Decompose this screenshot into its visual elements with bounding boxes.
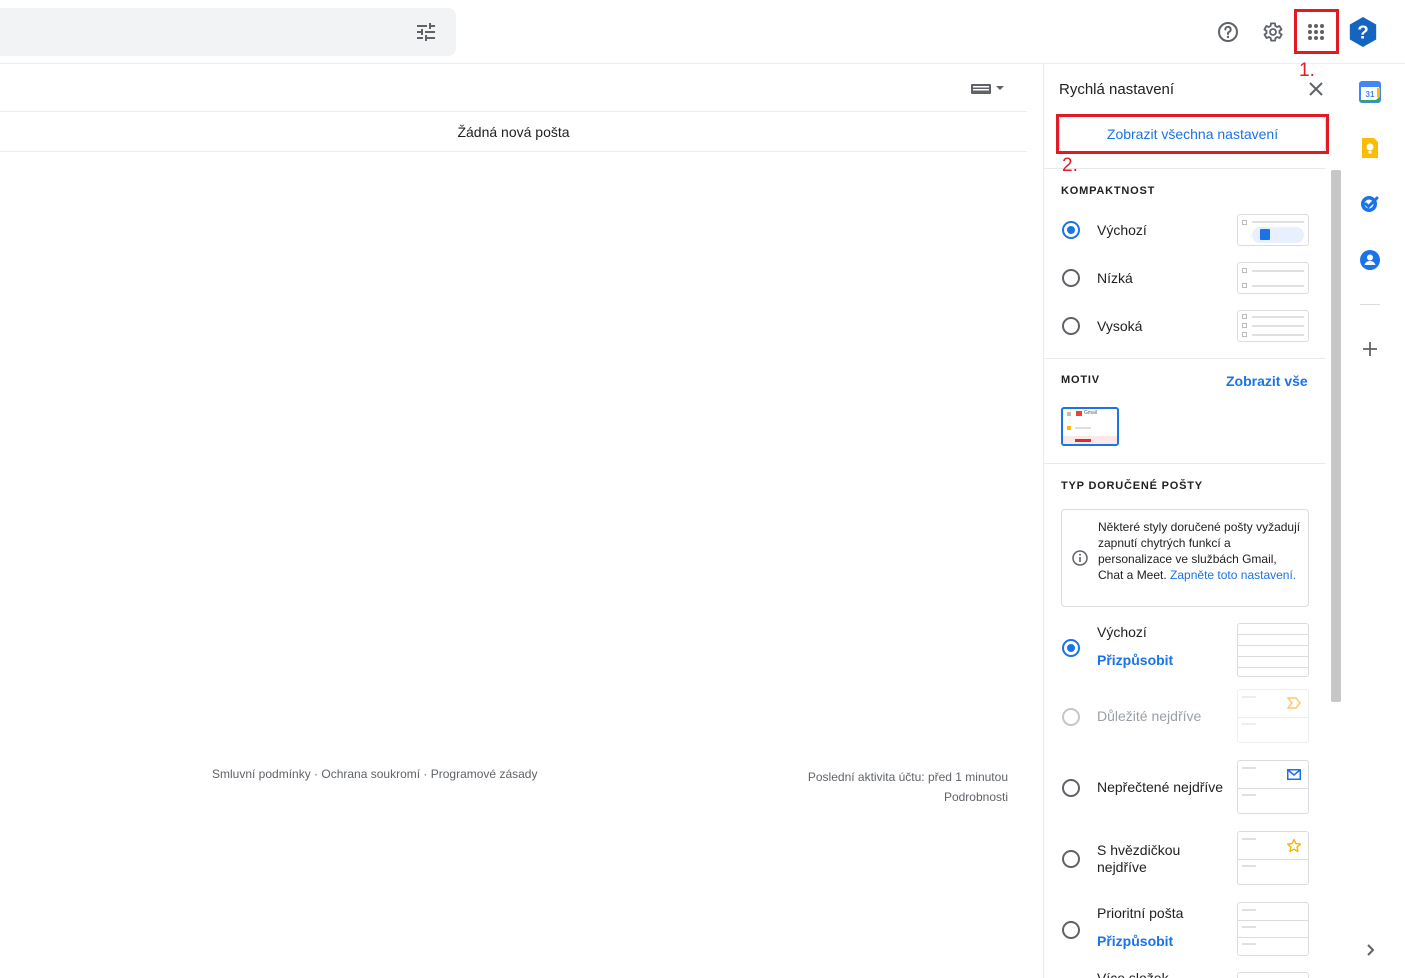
account-avatar[interactable]: ? <box>1347 16 1379 48</box>
divider <box>1044 463 1325 464</box>
inbox-label-priority: Prioritní pošta <box>1097 905 1184 921</box>
settings-gear-icon[interactable] <box>1256 16 1288 48</box>
star-icon <box>1286 838 1302 853</box>
annotation-box-apps <box>1294 9 1339 54</box>
envelope-icon <box>1287 769 1301 780</box>
inbox-preview-multiple-folders <box>1237 972 1309 978</box>
keep-icon[interactable] <box>1358 136 1382 160</box>
theme-heading: MOTIV <box>1061 374 1100 386</box>
inbox-label-default: Výchozí <box>1097 624 1147 640</box>
inbox-preview-starred-first <box>1237 831 1309 885</box>
empty-inbox-row: Žádná nová pošta <box>0 112 1027 152</box>
density-label-default: Výchozí <box>1097 222 1147 238</box>
calendar-date: 31 <box>1366 90 1375 99</box>
density-radio-comfortable[interactable] <box>1062 269 1080 287</box>
annotation-box-all-settings <box>1056 114 1329 154</box>
account-activity: Poslední aktivita účtu: před 1 minutou P… <box>808 767 1008 807</box>
contacts-icon[interactable] <box>1358 248 1382 272</box>
chevron-right-icon[interactable] <box>1358 938 1382 962</box>
mail-toolbar <box>0 64 1027 112</box>
theme-thumb-label: Gmail <box>1084 410 1098 416</box>
inbox-label-multiple-folders: Více složek <box>1097 970 1169 978</box>
density-heading: KOMPAKTNOST <box>1061 185 1156 197</box>
density-preview-compact <box>1237 310 1309 342</box>
info-text: Některé styly doručené pošty vyžadují za… <box>1098 519 1303 583</box>
density-label-compact: Vysoká <box>1097 318 1143 334</box>
density-radio-compact[interactable] <box>1062 317 1080 335</box>
inbox-label-unread-first: Nepřečtené nejdříve <box>1097 779 1224 795</box>
divider <box>1360 304 1380 305</box>
density-radio-default[interactable] <box>1062 221 1080 239</box>
inbox-radio-unread-first[interactable] <box>1062 779 1080 797</box>
inbox-preview-unread-first <box>1237 760 1309 814</box>
footer-links[interactable]: Smluvní podmínky · Ochrana soukromí · Pr… <box>212 767 537 781</box>
inbox-default-customize-link[interactable]: Přizpůsobit <box>1097 652 1173 668</box>
scrollbar[interactable] <box>1331 170 1341 702</box>
quick-settings-title: Rychlá nastavení <box>1059 81 1175 98</box>
empty-inbox-text: Žádná nová pošta <box>457 123 570 140</box>
inbox-type-heading: TYP DORUČENÉ POŠTY <box>1061 480 1203 492</box>
inbox-preview-priority <box>1237 902 1309 956</box>
divider <box>1044 168 1325 169</box>
density-preview-default <box>1237 214 1309 246</box>
tasks-icon[interactable] <box>1358 192 1382 216</box>
inbox-preview-important-first <box>1237 689 1309 743</box>
theme-preview[interactable]: Gmail <box>1061 407 1119 446</box>
inbox-radio-important-first[interactable] <box>1062 708 1080 726</box>
last-activity-text: Poslední aktivita účtu: před 1 minutou <box>807 770 1008 784</box>
inbox-label-starred-first: S hvězdičkou nejdříve <box>1097 842 1181 875</box>
theme-show-all-link[interactable]: Zobrazit vše <box>1226 373 1308 389</box>
help-icon[interactable] <box>1212 16 1244 48</box>
search-bar[interactable] <box>0 8 456 56</box>
important-marker-icon <box>1287 697 1301 709</box>
add-icon[interactable] <box>1358 337 1382 361</box>
details-link[interactable]: Podrobnosti <box>808 787 1008 807</box>
density-label-comfortable: Nízká <box>1097 270 1133 286</box>
density-preview-comfortable <box>1237 262 1309 294</box>
inbox-priority-customize-link[interactable]: Přizpůsobit <box>1097 933 1173 949</box>
divider <box>1044 358 1325 359</box>
avatar-glyph: ? <box>1357 22 1369 43</box>
close-icon[interactable] <box>1307 80 1325 98</box>
quick-settings-panel: Rychlá nastavení Zobrazit všechna nastav… <box>1043 64 1342 978</box>
smart-features-info-box: Některé styly doručené pošty vyžadují za… <box>1061 509 1309 607</box>
search-options-icon[interactable] <box>414 20 438 44</box>
inbox-preview-default <box>1237 623 1309 677</box>
inbox-label-important-first: Důležité nejdříve <box>1097 708 1202 724</box>
inbox-radio-starred-first[interactable] <box>1062 850 1080 868</box>
inbox-radio-priority[interactable] <box>1062 921 1080 939</box>
inbox-radio-default[interactable] <box>1062 639 1080 657</box>
annotation-label-step2: 2. <box>1062 155 1078 176</box>
side-panel: 31 <box>1342 64 1398 978</box>
calendar-icon[interactable]: 31 <box>1358 80 1382 104</box>
keyboard-icon[interactable] <box>971 82 1005 100</box>
enable-settings-link[interactable]: Zapněte toto nastavení. <box>1170 568 1296 582</box>
info-icon <box>1072 550 1088 566</box>
top-bar: ? <box>0 0 1405 64</box>
